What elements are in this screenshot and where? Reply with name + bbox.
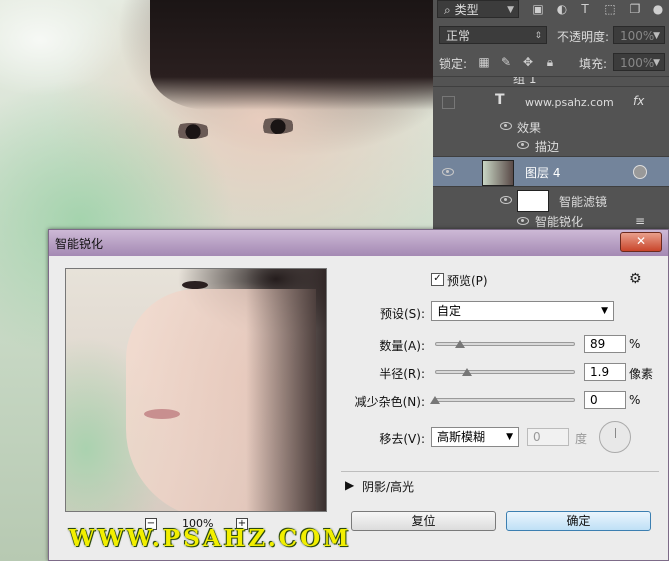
chevron-down-icon: ▼ [653, 58, 660, 68]
preview-image[interactable] [65, 268, 327, 512]
shadow-highlight-toggle[interactable]: 阴影/高光 [362, 478, 414, 495]
layer-row-text[interactable]: T www.psahz.com fx [433, 86, 669, 118]
remove-label: 移去(V): [379, 432, 425, 446]
layer-name: 图层 4 [525, 166, 561, 180]
remove-select[interactable]: 高斯模糊 ▼ [431, 427, 519, 447]
eye-icon[interactable] [517, 141, 529, 149]
radius-label: 半径(R): [379, 367, 425, 381]
chevron-down-icon: ▼ [507, 5, 514, 15]
amount-field[interactable]: 89 [584, 335, 626, 353]
smart-object-filter-icon[interactable]: ❐ [628, 2, 642, 16]
image-filter-icon[interactable]: ▣ [531, 2, 545, 16]
chevron-down-icon: ▼ [601, 306, 608, 316]
close-button[interactable]: ✕ [620, 232, 662, 252]
radius-unit: 像素 [629, 367, 654, 381]
ok-button[interactable]: 确定 [506, 511, 651, 531]
filter-options-icon[interactable]: ≡ [635, 214, 645, 228]
reduce-noise-label: 减少杂色(N): [354, 395, 425, 409]
reduce-noise-unit: % [629, 393, 641, 407]
smart-object-icon [633, 165, 647, 179]
visibility-toggle[interactable] [442, 96, 455, 109]
eye-icon[interactable] [442, 168, 454, 176]
radius-field[interactable]: 1.9 [584, 363, 626, 381]
stroke-effect-row[interactable]: 描边 [433, 136, 669, 156]
reduce-noise-slider[interactable] [435, 398, 575, 402]
adjust-filter-icon[interactable]: ◐ [555, 2, 569, 16]
dialog-titlebar[interactable]: 智能锐化 ✕ [49, 230, 668, 256]
preset-label: 预设(S): [379, 307, 425, 321]
angle-unit: 度 [575, 432, 588, 446]
fill-label: 填充: [579, 57, 608, 71]
section-divider [341, 471, 659, 472]
text-filter-icon[interactable]: T [578, 2, 592, 16]
opacity-label: 不透明度: [557, 30, 610, 44]
angle-dial[interactable] [599, 421, 631, 453]
filter-mask-thumbnail[interactable] [517, 190, 549, 212]
fill-field[interactable]: 100% ▼ [613, 53, 665, 71]
layer-thumbnail [482, 160, 514, 186]
lock-row: 锁定: ▦ ✎ ✥ 🔒︎ 填充: 100% ▼ [433, 51, 669, 73]
radius-slider[interactable] [435, 370, 575, 374]
blend-row: 正常 ⇕ 不透明度: 100% ▼ [433, 24, 669, 46]
opacity-field[interactable]: 100% ▼ [613, 26, 665, 44]
filter-toggle-icon[interactable]: ● [651, 2, 665, 16]
preview-checkbox[interactable]: ✓ [431, 273, 444, 286]
reduce-noise-slider-thumb[interactable] [430, 396, 440, 404]
radius-slider-thumb[interactable] [462, 368, 473, 376]
layer-row-layer4[interactable]: 图层 4 [433, 156, 669, 186]
reduce-noise-field[interactable]: 0 [584, 391, 626, 409]
shape-filter-icon[interactable]: ⬚ [603, 2, 617, 16]
smart-filters-row[interactable]: 智能滤镜 [433, 186, 669, 212]
preset-select[interactable]: 自定 ▼ [431, 301, 614, 321]
chevron-down-icon: ▼ [506, 432, 513, 442]
angle-field[interactable]: 0 [527, 428, 569, 446]
layer-filter-select[interactable]: ⌕ 类型 ▼ [437, 0, 519, 18]
fx-icon: fx [633, 94, 645, 108]
photo-hair [150, 0, 440, 110]
amount-slider-thumb[interactable] [455, 340, 466, 348]
lock-transparent-icon[interactable]: ▦ [477, 55, 491, 69]
lock-label: 锁定: [439, 57, 468, 71]
blend-mode-select[interactable]: 正常 ⇕ [439, 26, 547, 44]
eye-icon[interactable] [517, 217, 529, 225]
lock-paint-icon[interactable]: ✎ [499, 55, 513, 69]
text-layer-icon: T [495, 92, 505, 108]
layers-filter-row: ⌕ 类型 ▼ ▣ ◐ T ⬚ ❐ ● [433, 0, 669, 20]
gear-icon[interactable]: ⚙ [629, 271, 642, 287]
chevron-updown-icon: ⇕ [534, 31, 542, 41]
amount-label: 数量(A): [379, 339, 425, 353]
preview-label: 预览(P) [447, 274, 488, 288]
search-icon: ⌕ [444, 3, 451, 17]
lock-move-icon[interactable]: ✥ [521, 55, 535, 69]
layer-group-row[interactable]: 组 1 [433, 76, 669, 86]
lock-all-icon[interactable]: 🔒︎ [543, 55, 557, 69]
dialog-title: 智能锐化 [55, 237, 104, 251]
chevron-down-icon: ▼ [653, 31, 660, 41]
photo-eye-left [170, 123, 212, 139]
eye-icon[interactable] [500, 196, 512, 204]
amount-unit: % [629, 337, 641, 351]
photo-eye-right [255, 118, 297, 134]
effects-row[interactable]: 效果 [433, 118, 669, 136]
layer-name: www.psahz.com [525, 96, 614, 109]
disclosure-triangle-icon[interactable]: ▶ [345, 478, 354, 492]
eye-icon[interactable] [500, 122, 512, 130]
watermark-text: WWW.PSAHZ.COM [69, 525, 352, 552]
layers-panel: ⌕ 类型 ▼ ▣ ◐ T ⬚ ❐ ● 正常 ⇕ 不透明度: 100% ▼ 锁定:… [433, 0, 669, 240]
smart-sharpen-dialog: 智能锐化 ✕ − 100% + WWW.PSAHZ.COM ✓ 预览(P) ⚙ … [48, 229, 669, 561]
reset-button[interactable]: 复位 [351, 511, 496, 531]
